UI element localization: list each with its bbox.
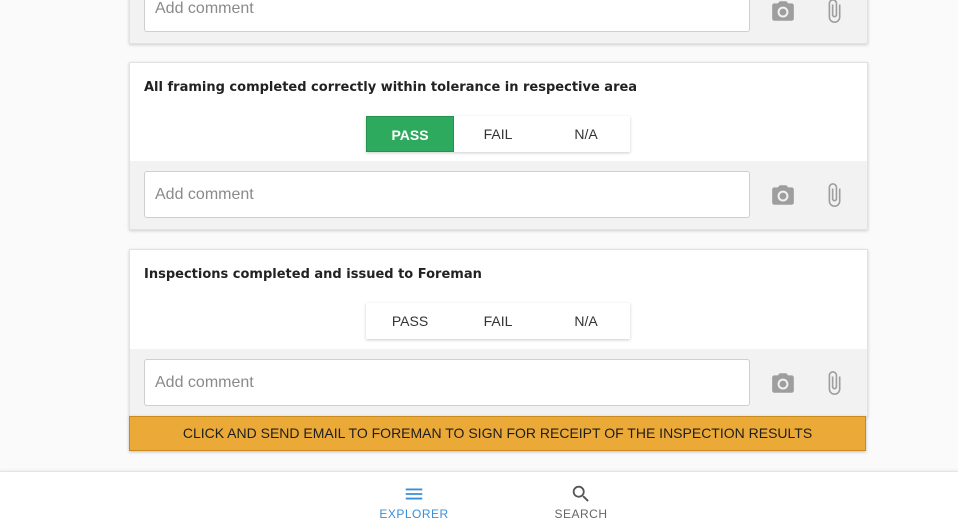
comment-area [130,0,867,43]
na-button[interactable]: N/A [542,303,630,339]
send-email-to-foreman-button[interactable]: CLICK AND SEND EMAIL TO FOREMAN TO SIGN … [129,416,866,451]
attachment-icon[interactable] [821,182,847,208]
comment-area [130,349,867,416]
nav-explorer-label: EXPLORER [379,507,449,521]
comment-input[interactable] [144,359,750,406]
pass-fail-na-toggle: PASS FAIL N/A [366,116,630,152]
menu-icon [405,488,423,500]
camera-icon[interactable] [770,182,796,208]
pass-fail-na-toggle: PASS FAIL N/A [366,303,630,339]
na-button[interactable]: N/A [542,116,630,152]
comment-input[interactable] [144,171,750,218]
comment-area [130,161,867,229]
checklist-item-card-0 [129,0,868,44]
nav-explorer[interactable]: EXPLORER [369,472,459,529]
checklist-item-title: All framing completed correctly within t… [144,80,638,95]
camera-icon[interactable] [770,0,796,24]
search-icon [572,485,589,502]
pass-button[interactable]: PASS [366,116,454,152]
fail-button[interactable]: FAIL [454,303,542,339]
camera-icon[interactable] [770,370,796,396]
attachment-icon[interactable] [821,370,847,396]
bottom-navigation: EXPLORER SEARCH [0,471,958,529]
pass-button[interactable]: PASS [366,303,454,339]
checklist-item-title: Inspections completed and issued to Fore… [144,267,482,282]
checklist-item-card-2: Inspections completed and issued to Fore… [129,249,868,417]
checklist-item-card-1: All framing completed correctly within t… [129,62,868,230]
nav-search-label: SEARCH [554,507,608,521]
nav-search[interactable]: SEARCH [536,472,626,529]
fail-button[interactable]: FAIL [454,116,542,152]
comment-input[interactable] [144,0,750,32]
attachment-icon[interactable] [821,0,847,24]
